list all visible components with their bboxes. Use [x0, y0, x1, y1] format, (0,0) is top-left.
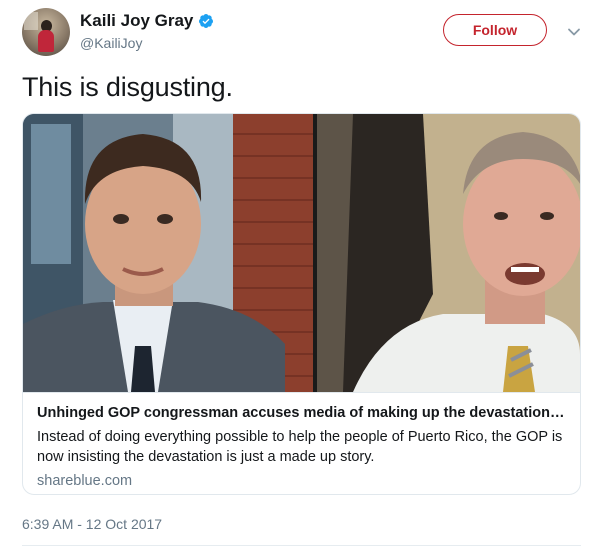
card-image-graphic [23, 114, 580, 392]
avatar[interactable] [22, 8, 70, 56]
chevron-down-icon[interactable] [567, 24, 581, 36]
follow-button[interactable]: Follow [443, 14, 547, 46]
card-description: Instead of doing everything possible to … [37, 429, 563, 465]
card-body[interactable]: Unhinged GOP congressman accuses media o… [23, 392, 580, 494]
tweet-header: Kaili Joy Gray @KailiJoy Follow [22, 8, 582, 58]
handle[interactable]: @KailiJoy [80, 35, 142, 51]
avatar-window [24, 12, 38, 30]
display-name[interactable]: Kaili Joy Gray [80, 11, 193, 31]
verified-badge-icon [198, 13, 214, 29]
avatar-body [38, 30, 54, 52]
link-card[interactable]: Unhinged GOP congressman accuses media o… [22, 113, 581, 495]
name-row: Kaili Joy Gray [80, 11, 214, 31]
timestamp[interactable]: 6:39 AM - 12 Oct 2017 [22, 516, 162, 532]
divider [22, 545, 581, 546]
card-domain: shareblue.com [37, 473, 133, 489]
card-title[interactable]: Unhinged GOP congressman accuses media o… [37, 404, 566, 422]
tweet-text: This is disgusting. [22, 72, 233, 102]
card-image[interactable] [23, 114, 580, 392]
